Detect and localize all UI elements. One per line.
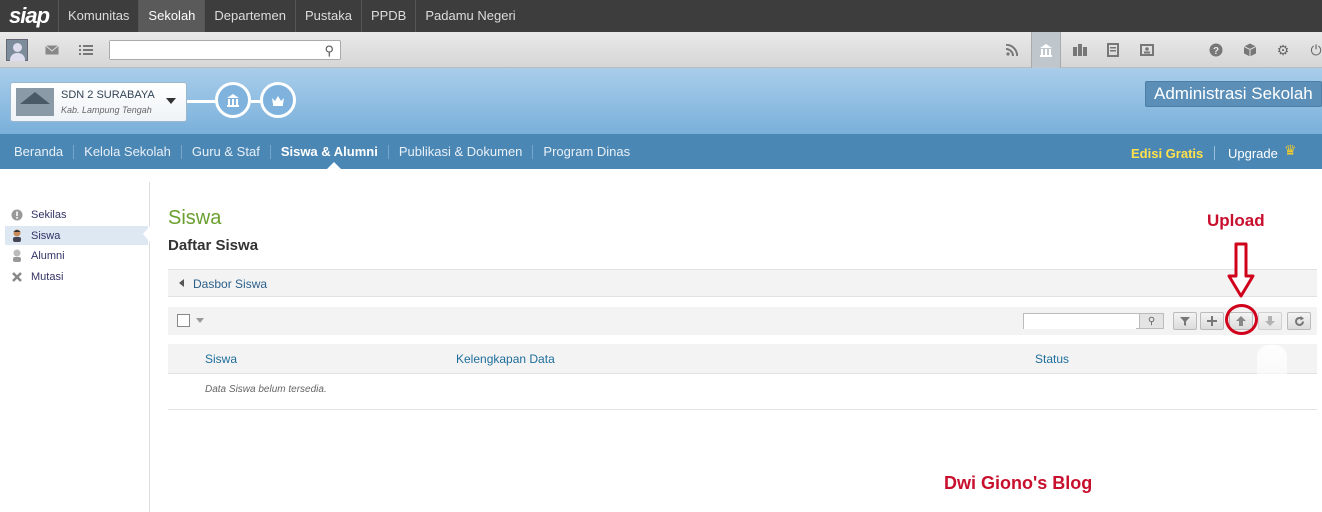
list-icon[interactable] xyxy=(76,40,96,60)
download-button[interactable] xyxy=(1258,312,1282,330)
user-avatar[interactable] xyxy=(6,39,28,61)
top-bar: siap Komunitas Sekolah Departemen Pustak… xyxy=(0,0,1322,32)
filter-button[interactable] xyxy=(1173,312,1197,330)
connector-line xyxy=(187,100,217,103)
crown-circle-icon[interactable] xyxy=(260,82,296,118)
nav-siswa-alumni[interactable]: Siswa & Alumni xyxy=(271,144,389,159)
chevron-down-icon[interactable] xyxy=(196,318,204,323)
siap-logo[interactable]: siap xyxy=(0,0,58,32)
watermark-blog: Dwi Giono's Blog xyxy=(944,473,1093,493)
school-region: Kab. Lampung Tengah xyxy=(61,105,152,115)
nav-kelola-sekolah[interactable]: Kelola Sekolah xyxy=(74,144,182,159)
active-sidebar-pointer xyxy=(143,226,150,242)
table-row: Data Siswa belum tersedia. xyxy=(168,375,1317,410)
topnav-pustaka[interactable]: Pustaka xyxy=(294,0,361,32)
annotation-arrow xyxy=(1227,242,1255,298)
search-input[interactable] xyxy=(110,41,310,59)
chevron-down-icon[interactable] xyxy=(166,98,176,104)
info-icon xyxy=(9,208,25,222)
sidebar-item-label: Sekilas xyxy=(31,208,67,221)
top-nav: Komunitas Sekolah Departemen Pustaka PPD… xyxy=(58,0,525,32)
active-nav-pointer xyxy=(327,162,341,169)
search-icon[interactable]: ⚲ xyxy=(1139,314,1163,328)
topnav-padamu-negeri[interactable]: Padamu Negeri xyxy=(415,0,524,32)
search-field[interactable]: ⚲ xyxy=(109,40,341,60)
gear-icon[interactable]: ⚙ xyxy=(1273,40,1293,60)
school-circle-icon[interactable] xyxy=(215,82,251,118)
topnav-komunitas[interactable]: Komunitas xyxy=(58,0,138,32)
cross-icon xyxy=(9,270,25,284)
column-header-status[interactable]: Status xyxy=(1035,352,1069,366)
page-subtitle: Daftar Siswa xyxy=(168,237,259,254)
rss-icon[interactable] xyxy=(1002,40,1022,60)
help-icon[interactable]: ? xyxy=(1206,40,1226,60)
divider xyxy=(1214,146,1215,160)
main-nav: Beranda Kelola Sekolah Guru & Staf Siswa… xyxy=(0,134,1322,169)
sidebar-item-mutasi[interactable]: Mutasi xyxy=(5,267,148,286)
book-icon[interactable] xyxy=(1103,40,1123,60)
administrasi-sekolah-button[interactable]: Administrasi Sekolah xyxy=(1145,81,1322,107)
chevron-left-icon[interactable] xyxy=(179,279,184,287)
grid-toolbar: ⚲ xyxy=(168,307,1317,335)
mail-icon[interactable] xyxy=(42,40,62,60)
cube-icon[interactable] xyxy=(1240,40,1260,60)
sidebar-item-siswa[interactable]: Siswa xyxy=(5,226,148,245)
nav-beranda[interactable]: Beranda xyxy=(0,144,75,159)
svg-text:?: ? xyxy=(1213,46,1219,57)
upgrade-link[interactable]: Upgrade xyxy=(1228,146,1278,161)
empty-table-message: Data Siswa belum tersedia. xyxy=(205,384,327,395)
annotation-ghost-arrow xyxy=(1257,345,1287,425)
toolbar: ⚲ ? ⚙ ⏻ xyxy=(0,32,1322,68)
alumni-icon xyxy=(9,249,25,263)
annotation-circle xyxy=(1225,304,1258,335)
column-header-siswa[interactable]: Siswa xyxy=(205,352,237,366)
school-icon[interactable] xyxy=(1036,40,1056,60)
topnav-departemen[interactable]: Departemen xyxy=(204,0,295,32)
sidebar-item-label: Mutasi xyxy=(31,270,64,283)
sidebar-item-sekilas[interactable]: Sekilas xyxy=(5,205,148,224)
grid-search-field[interactable]: ⚲ xyxy=(1023,313,1164,329)
student-icon xyxy=(9,229,25,243)
search-icon[interactable]: ⚲ xyxy=(324,43,334,59)
school-selector[interactable]: SDN 2 SURABAYA Kab. Lampung Tengah xyxy=(10,82,187,122)
school-thumbnail xyxy=(16,88,54,116)
edisi-gratis-label: Edisi Gratis xyxy=(1131,146,1204,161)
sidebar-item-alumni[interactable]: Alumni xyxy=(5,246,148,265)
table-header: Siswa Kelengkapan Data Status xyxy=(168,344,1317,374)
sidebar-item-label: Alumni xyxy=(31,249,65,262)
power-icon[interactable]: ⏻ xyxy=(1306,40,1322,60)
grid-search-input[interactable] xyxy=(1024,315,1136,329)
id-card-icon[interactable] xyxy=(1137,40,1157,60)
nav-program-dinas[interactable]: Program Dinas xyxy=(533,144,640,159)
dasbor-siswa-link[interactable]: Dasbor Siswa xyxy=(193,277,267,291)
crown-icon[interactable]: ♛ xyxy=(1284,142,1297,159)
page-title: Siswa xyxy=(168,207,222,229)
column-header-kelengkapan-data[interactable]: Kelengkapan Data xyxy=(456,352,555,366)
dasbor-bar: Dasbor Siswa xyxy=(168,269,1317,297)
add-button[interactable] xyxy=(1200,312,1224,330)
annotation-upload-label: Upload xyxy=(1207,211,1265,230)
topnav-ppdb[interactable]: PPDB xyxy=(360,0,415,32)
select-all-checkbox[interactable] xyxy=(177,314,190,327)
school-name: SDN 2 SURABAYA xyxy=(61,89,155,101)
topnav-sekolah[interactable]: Sekolah xyxy=(138,0,205,32)
nav-guru-staf[interactable]: Guru & Staf xyxy=(182,144,271,159)
sidebar-item-label: Siswa xyxy=(31,229,61,242)
building-icon[interactable] xyxy=(1070,40,1090,60)
refresh-button[interactable] xyxy=(1287,312,1311,330)
nav-publikasi-dokumen[interactable]: Publikasi & Dokumen xyxy=(389,144,534,159)
